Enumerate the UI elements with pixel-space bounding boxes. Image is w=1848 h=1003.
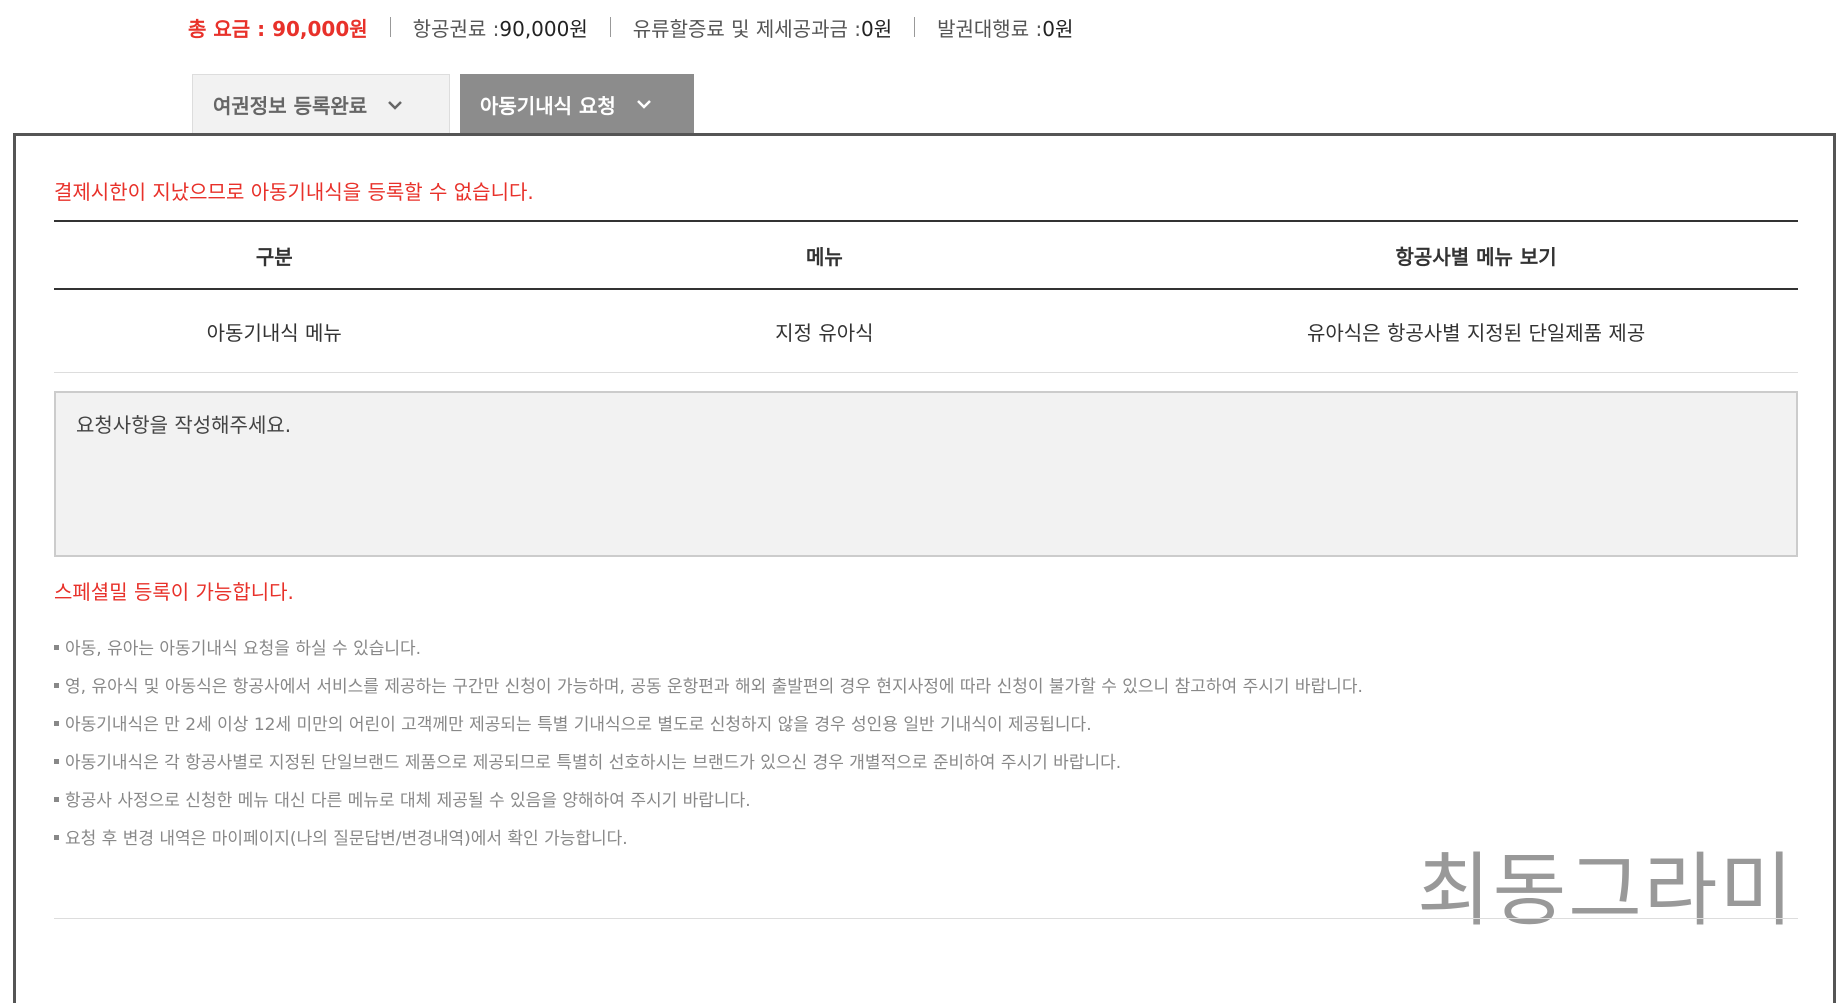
divider bbox=[54, 918, 1798, 919]
table-row: 아동기내식 메뉴 지정 유아식 유아식은 항공사별 지정된 단일제품 제공 bbox=[54, 289, 1798, 373]
chevron-down-icon bbox=[634, 96, 654, 112]
bullet-icon bbox=[54, 644, 59, 650]
fare-divider bbox=[914, 17, 916, 37]
header-airline-menu: 항공사별 메뉴 보기 bbox=[1154, 220, 1798, 290]
bullet-icon bbox=[54, 720, 59, 726]
header-category: 구분 bbox=[54, 220, 495, 290]
fare-airfare: 항공권료 :90,000원 bbox=[412, 16, 588, 41]
list-item: 항공사 사정으로 신청한 메뉴 대신 다른 메뉴로 대체 제공될 수 있음을 양… bbox=[54, 782, 1363, 820]
section-tabs: 여권정보 등록완료 아동기내식 요청 bbox=[192, 74, 694, 134]
header-menu: 메뉴 bbox=[494, 220, 1155, 290]
list-item: 아동기내식은 만 2세 이상 12세 미만의 어린이 고객께만 제공되는 특별 … bbox=[54, 706, 1363, 744]
cell-menu: 지정 유아식 bbox=[494, 289, 1155, 373]
bullet-icon bbox=[54, 758, 59, 764]
deadline-warning: 결제시한이 지났으므로 아동기내식을 등록할 수 없습니다. bbox=[54, 180, 534, 204]
tab-label: 아동기내식 요청 bbox=[480, 93, 616, 118]
child-meal-panel: 결제시한이 지났으므로 아동기내식을 등록할 수 없습니다. 구분 메뉴 항공사… bbox=[13, 133, 1836, 1003]
bullet-icon bbox=[54, 682, 59, 688]
special-meal-note: 스페셜밀 등록이 가능합니다. bbox=[54, 580, 294, 604]
list-item: 아동기내식은 각 항공사별로 지정된 단일브랜드 제품으로 제공되므로 특별히 … bbox=[54, 744, 1363, 782]
watermark-text: 최동그라미 bbox=[1417, 844, 1795, 937]
fare-total: 총 요금 : 90,000원 bbox=[188, 16, 368, 41]
tab-child-meal[interactable]: 아동기내식 요청 bbox=[460, 74, 694, 134]
fare-divider bbox=[609, 17, 611, 37]
tab-label: 여권정보 등록완료 bbox=[213, 94, 368, 118]
notice-list: 아동, 유아는 아동기내식 요청을 하실 수 있습니다. 영, 유아식 및 아동… bbox=[54, 630, 1363, 858]
list-item: 영, 유아식 및 아동식은 항공사에서 서비스를 제공하는 구간만 신청이 가능… bbox=[54, 668, 1363, 706]
fare-fuel-tax: 유류할증료 및 제세공과금 :0원 bbox=[632, 16, 893, 41]
cell-airline-menu: 유아식은 항공사별 지정된 단일제품 제공 bbox=[1154, 289, 1798, 373]
table-header-row: 구분 메뉴 항공사별 메뉴 보기 bbox=[54, 220, 1798, 290]
bullet-icon bbox=[54, 796, 59, 802]
chevron-down-icon bbox=[385, 97, 405, 113]
fare-issue-fee: 발권대행료 :0원 bbox=[937, 16, 1074, 41]
fare-summary: 총 요금 : 90,000원 항공권료 :90,000원 유류할증료 및 제세공… bbox=[188, 12, 1073, 42]
tab-passport-info[interactable]: 여권정보 등록완료 bbox=[192, 74, 450, 134]
list-item: 요청 후 변경 내역은 마이페이지(나의 질문답변/변경내역)에서 확인 가능합… bbox=[54, 820, 1363, 858]
cell-category: 아동기내식 메뉴 bbox=[54, 289, 495, 373]
bullet-icon bbox=[54, 834, 59, 840]
list-item: 아동, 유아는 아동기내식 요청을 하실 수 있습니다. bbox=[54, 630, 1363, 668]
request-textarea[interactable] bbox=[54, 391, 1798, 557]
menu-table: 구분 메뉴 항공사별 메뉴 보기 아동기내식 메뉴 지정 유아식 유아식은 항공… bbox=[54, 220, 1798, 373]
fare-divider bbox=[389, 17, 391, 37]
